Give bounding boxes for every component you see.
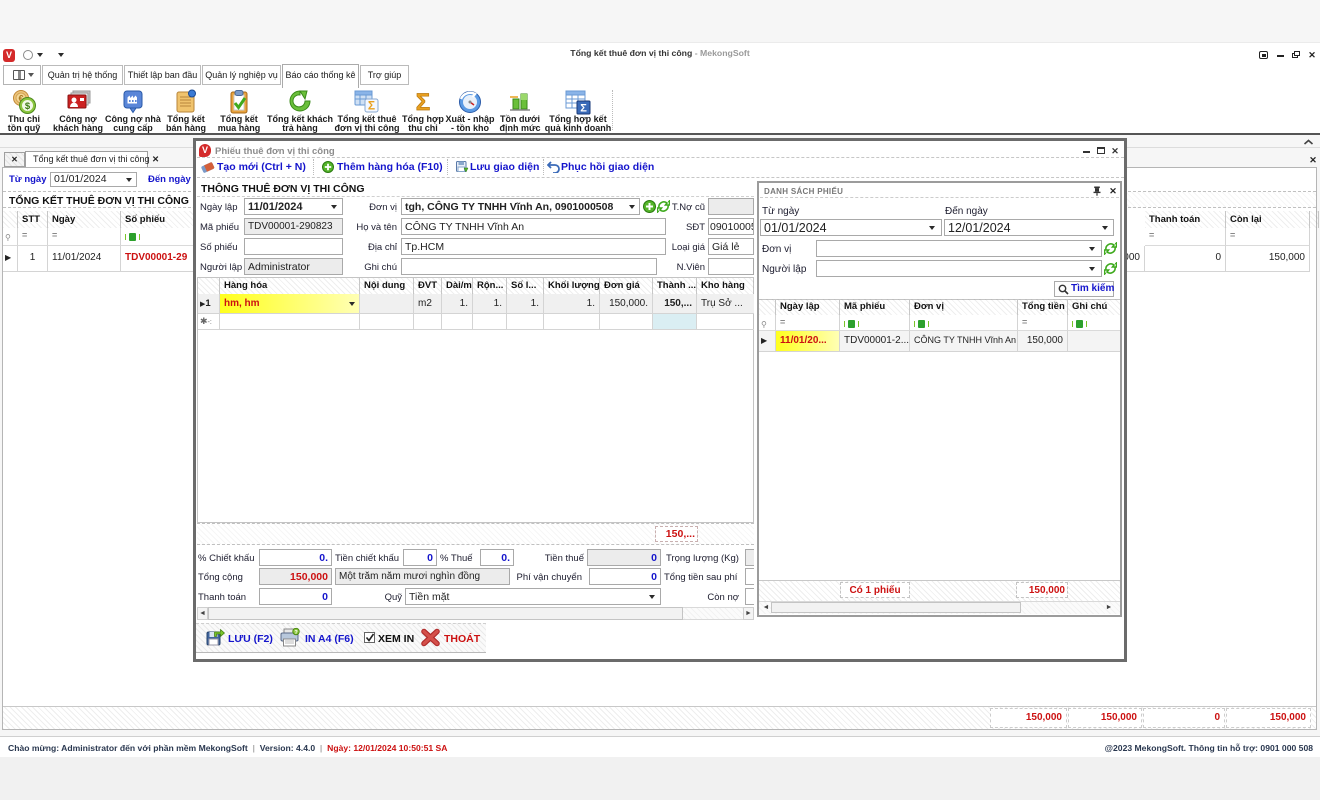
svg-text:Σ: Σ bbox=[416, 89, 430, 115]
svg-text:Σ: Σ bbox=[580, 103, 587, 115]
svg-text:Σ: Σ bbox=[368, 99, 375, 113]
svg-text:$: $ bbox=[25, 101, 31, 112]
